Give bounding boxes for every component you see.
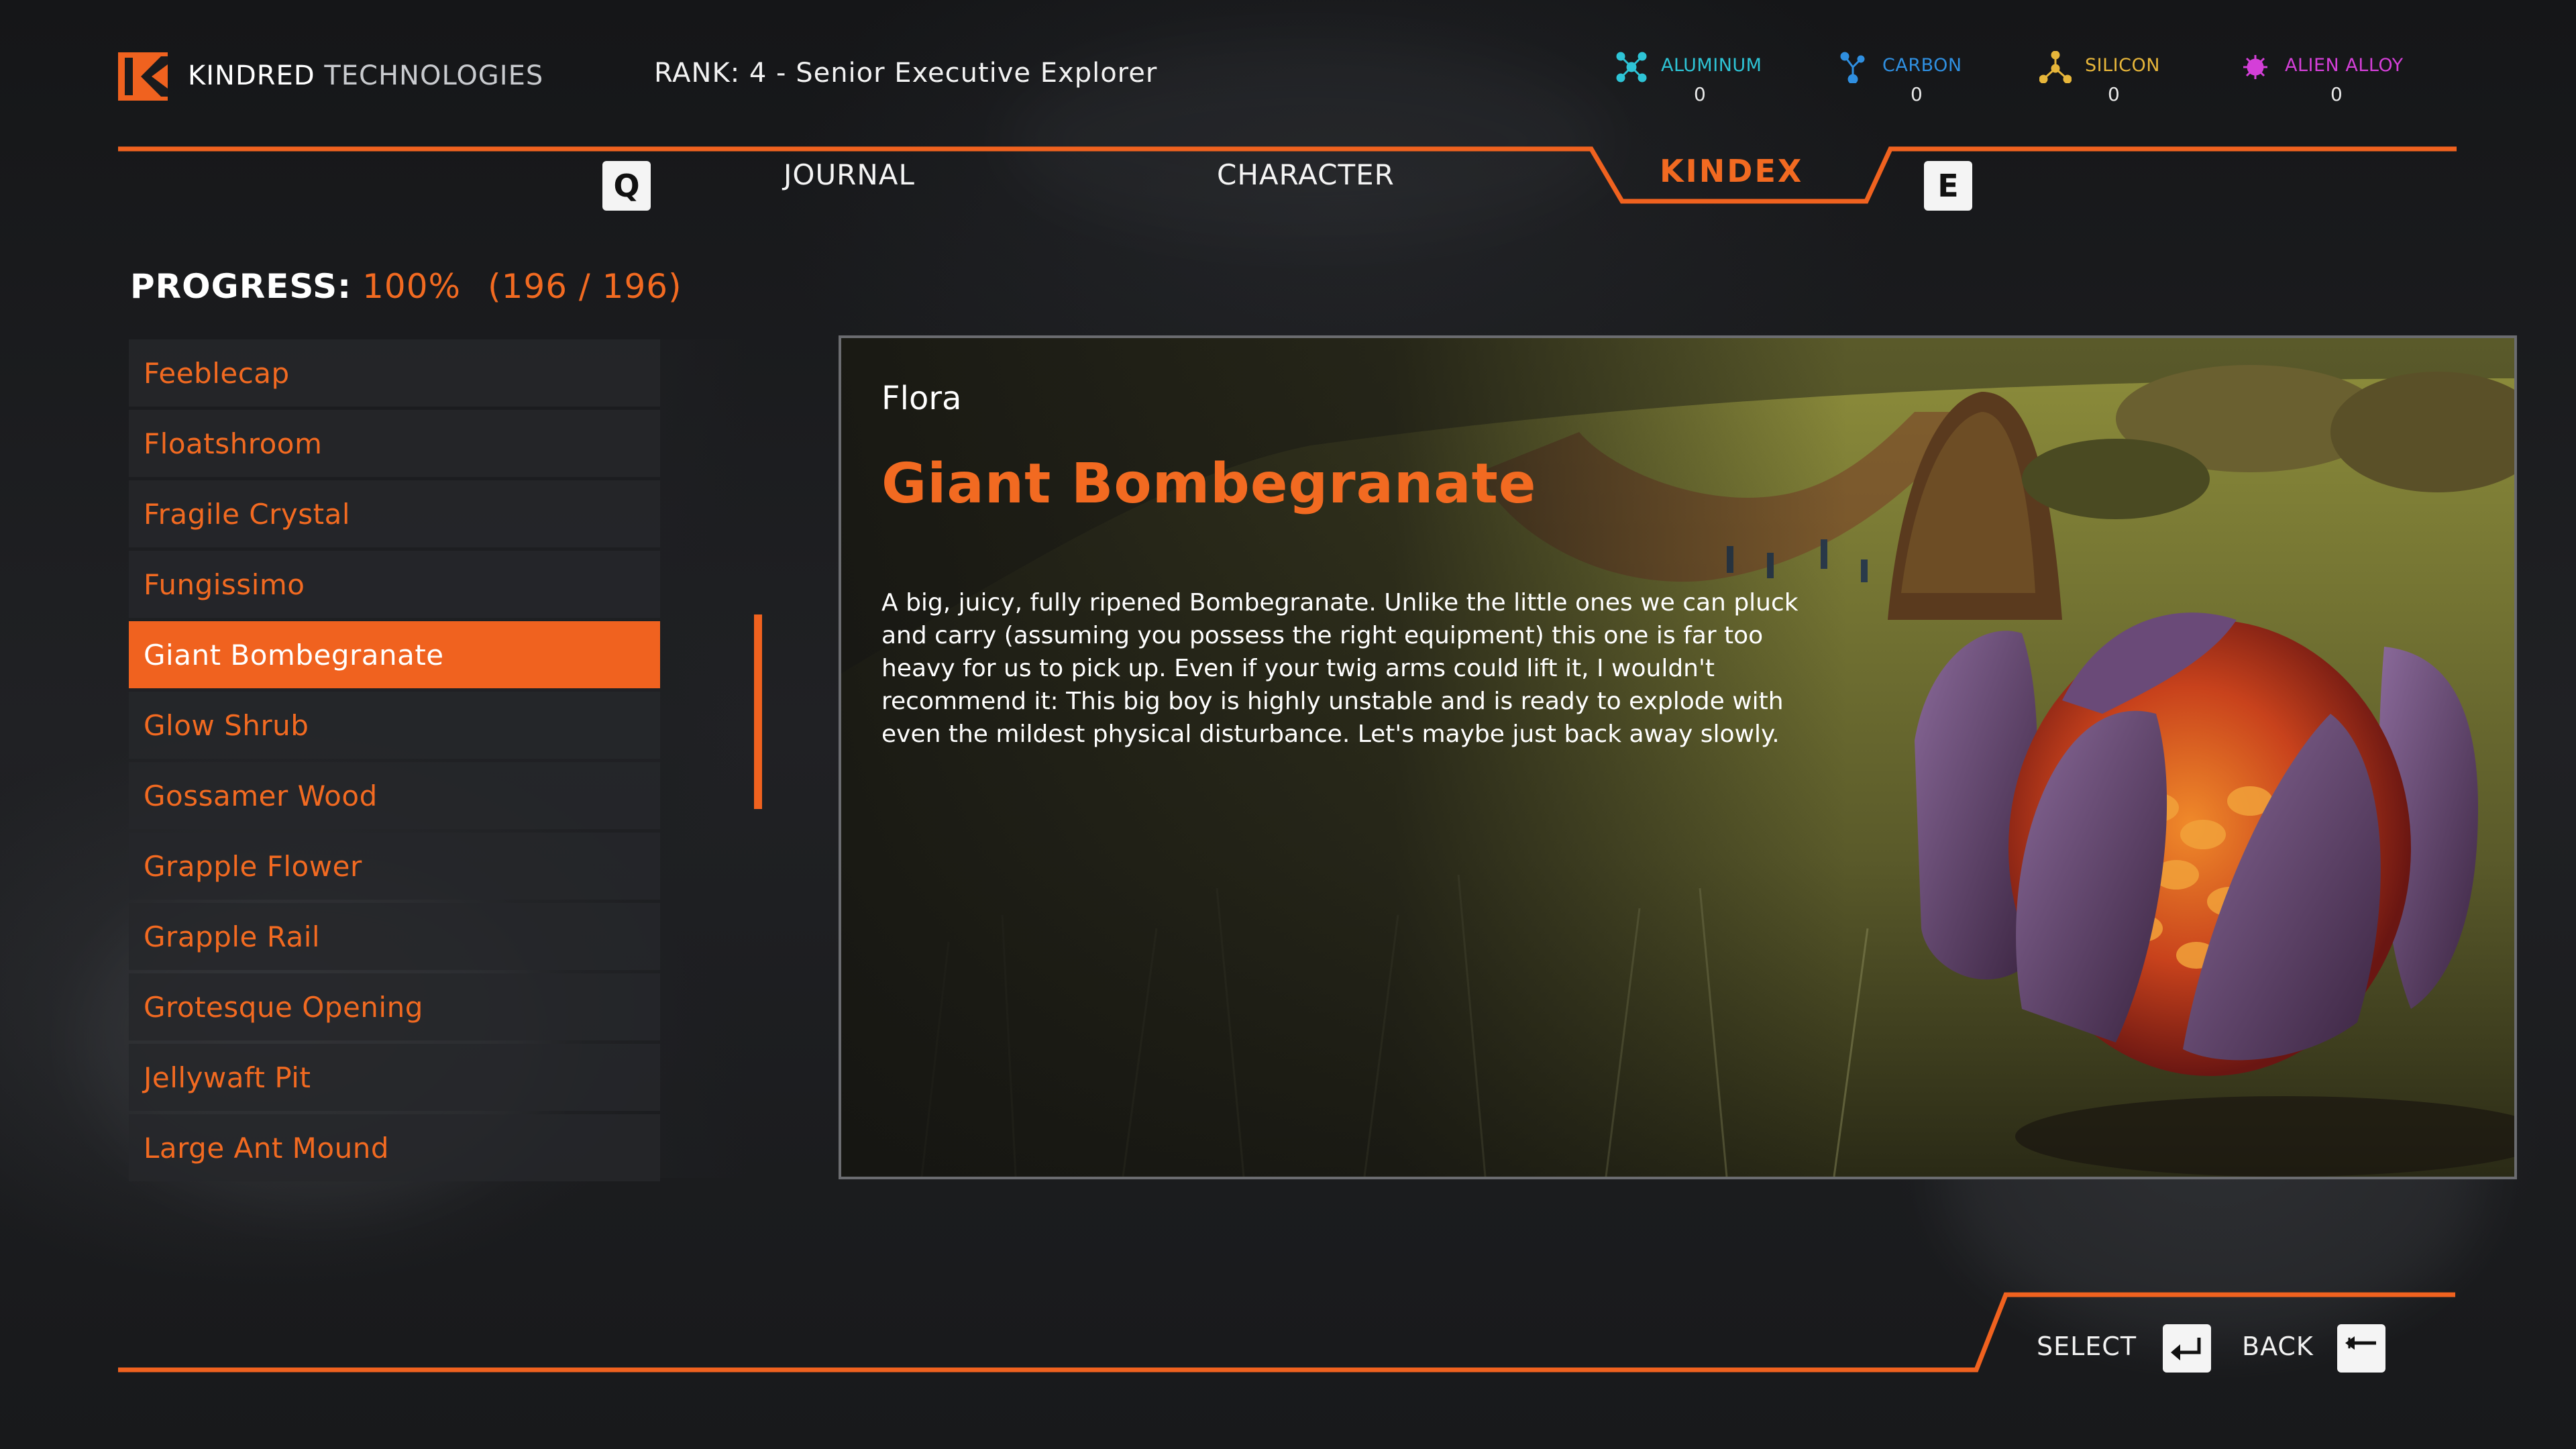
- brand-name: KINDRED TECHNOLOGIES: [188, 60, 543, 91]
- list-item[interactable]: Grotesque Opening: [129, 973, 660, 1040]
- back-key-button[interactable]: [2337, 1324, 2385, 1373]
- progress-count: (196 / 196): [488, 267, 682, 306]
- list-item[interactable]: Fungissimo: [129, 551, 660, 618]
- list-item[interactable]: Fragile Crystal: [129, 480, 660, 547]
- list-item[interactable]: Gossamer Wood: [129, 762, 660, 829]
- resource-name: SILICON: [2085, 55, 2160, 76]
- kindex-screen: KINDRED TECHNOLOGIES RANK: 4 - Senior Ex…: [0, 0, 2576, 1449]
- list-item[interactable]: Grapple Rail: [129, 903, 660, 970]
- tab-kindex[interactable]: KINDEX: [1660, 153, 1803, 189]
- list-item[interactable]: Giant Bombegranate: [129, 621, 660, 688]
- brand-secondary: TECHNOLOGIES: [324, 60, 544, 91]
- resource-count: 0: [1694, 83, 1706, 105]
- list-fade: [660, 339, 747, 1178]
- list-item[interactable]: Floatshroom: [129, 410, 660, 477]
- tab-journal[interactable]: JOURNAL: [784, 158, 915, 191]
- entry-detail-panel: Flora Giant Bombegranate A big, juicy, f…: [839, 335, 2517, 1179]
- resource-carbon: CARBON 0: [1837, 50, 1991, 110]
- list-item[interactable]: Jellywaft Pit: [129, 1044, 660, 1111]
- resource-name: CARBON: [1882, 55, 1962, 76]
- list-scrollbar-thumb[interactable]: [754, 614, 762, 809]
- resource-name: ALUMINUM: [1661, 55, 1762, 76]
- list-item[interactable]: Glow Shrub: [129, 692, 660, 759]
- entry-title: Giant Bombegranate: [881, 452, 1537, 516]
- resource-aluminum: ALUMINUM 0: [1615, 50, 1790, 110]
- entry-description: A big, juicy, fully ripened Bombegranate…: [881, 589, 1799, 748]
- kindex-entry-list: Feeblecap Floatshroom Fragile Crystal Fungi…: [129, 339, 660, 1185]
- prev-tab-key[interactable]: Q: [602, 161, 651, 211]
- resource-alien-alloy: ALIEN ALLOY 0: [2239, 50, 2427, 110]
- progress-readout: PROGRESS: 100% (196 / 196): [130, 267, 682, 306]
- resource-name: ALIEN ALLOY: [2285, 55, 2404, 76]
- alien-alloy-icon: [2243, 55, 2267, 79]
- select-key-button[interactable]: [2163, 1324, 2211, 1373]
- brand-primary: KINDRED: [188, 60, 315, 91]
- aluminum-molecule-icon: [1616, 52, 1647, 83]
- kindred-logo-icon: [118, 52, 168, 101]
- resource-count: 0: [1911, 83, 1923, 105]
- select-label: SELECT: [2037, 1332, 2137, 1361]
- carbon-molecule-icon: [1840, 52, 1865, 83]
- progress-label: PROGRESS:: [130, 267, 352, 306]
- silicon-molecule-icon: [2039, 51, 2072, 83]
- progress-percent: 100%: [362, 267, 462, 306]
- entry-category: Flora: [881, 380, 962, 417]
- list-item[interactable]: Feeblecap: [129, 339, 660, 407]
- back-label: BACK: [2242, 1332, 2314, 1361]
- rank-label: RANK: 4 - Senior Executive Explorer: [654, 58, 1158, 89]
- resource-count: 0: [2330, 83, 2343, 105]
- tab-character[interactable]: CHARACTER: [1217, 158, 1395, 191]
- resource-silicon: SILICON 0: [2039, 50, 2194, 110]
- list-item[interactable]: Large Ant Mound: [129, 1114, 660, 1181]
- backspace-icon: [2345, 1336, 2376, 1350]
- next-tab-key[interactable]: E: [1924, 161, 1972, 211]
- list-item[interactable]: Grapple Flower: [129, 833, 660, 900]
- enter-icon: [2171, 1338, 2201, 1360]
- resource-count: 0: [2108, 83, 2120, 105]
